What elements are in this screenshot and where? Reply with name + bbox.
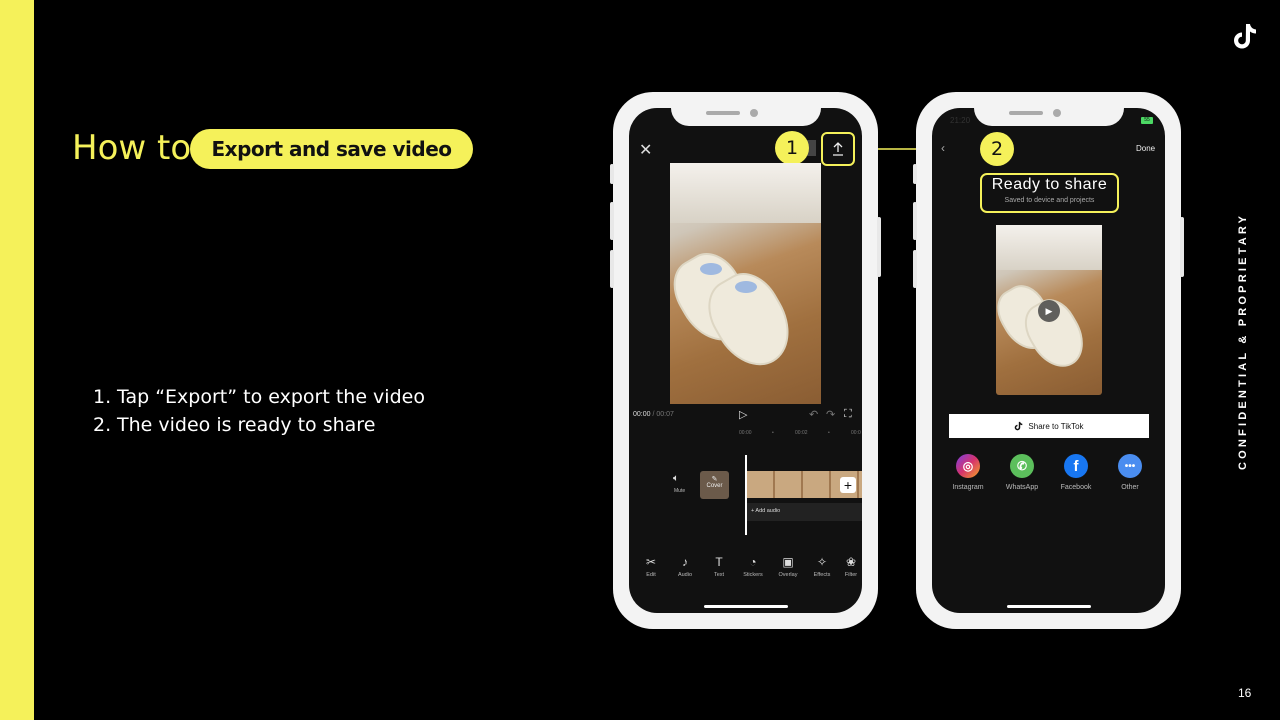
share-to-tiktok-button[interactable]: Share to TikTok	[949, 414, 1149, 438]
back-icon[interactable]: ‹	[941, 141, 945, 155]
export-icon	[833, 142, 843, 156]
home-indicator	[704, 605, 788, 608]
overlay-icon: ▣	[782, 555, 794, 569]
battery-icon: 55	[1141, 117, 1153, 124]
add-audio-track[interactable]: + Add audio	[747, 503, 862, 521]
undo-icon[interactable]: ↶	[809, 408, 818, 421]
confidential-label: CONFIDENTIAL & PROPRIETARY	[1237, 212, 1249, 470]
facebook-icon[interactable]: f	[1064, 454, 1088, 478]
tool-stickers[interactable]: ◔ Stickers	[738, 555, 768, 578]
steps-list: 1. Tap “Export” to export the video 2. The…	[93, 383, 425, 439]
accent-bar	[0, 0, 34, 720]
page-number: 16	[1238, 686, 1252, 700]
step-item: 1. Tap “Export” to export the video	[93, 386, 425, 408]
tool-edit[interactable]: ✂ Edit	[636, 555, 666, 578]
heading: How to	[72, 128, 192, 168]
scissors-icon: ✂	[645, 555, 657, 569]
tool-overlay[interactable]: ▣ Overlay	[773, 555, 803, 578]
tool-effects[interactable]: ✧ Effects	[807, 555, 837, 578]
text-icon: T	[715, 555, 723, 569]
step-badge-1: 1	[775, 131, 809, 165]
pencil-icon: ✎	[711, 476, 718, 483]
redo-icon[interactable]: ↷	[826, 408, 835, 421]
video-preview[interactable]	[661, 163, 821, 404]
cover-button[interactable]: ✎ Cover	[700, 471, 729, 499]
export-button[interactable]	[821, 132, 855, 166]
ready-subtitle: Saved to device and projects	[1004, 197, 1095, 204]
more-icon[interactable]: •••	[1118, 454, 1142, 478]
exported-video-thumbnail[interactable]: ▶	[988, 225, 1102, 395]
tiktok-icon	[1015, 421, 1023, 431]
ready-title: Ready to share	[991, 176, 1108, 193]
tiktok-logo-icon	[1234, 24, 1256, 49]
filters-icon: ❀	[845, 555, 857, 569]
tool-filter[interactable]: ❀ Filter	[841, 555, 861, 578]
tool-text[interactable]: T Text	[704, 555, 734, 578]
status-time: 21:20	[950, 116, 971, 125]
add-clip-button[interactable]: +	[840, 477, 856, 493]
play-icon[interactable]: ▷	[739, 408, 747, 421]
step-item: 2. The video is ready to share	[93, 414, 376, 436]
fullscreen-icon[interactable]: ⛶	[844, 408, 852, 421]
topic-pill: Export and save video	[190, 129, 473, 169]
play-icon[interactable]: ▶	[1038, 300, 1060, 322]
close-icon[interactable]: ✕	[639, 140, 652, 160]
step-badge-2: 2	[980, 132, 1014, 166]
music-note-icon: ♪	[682, 555, 688, 569]
home-indicator	[1007, 605, 1091, 608]
effects-icon: ✧	[816, 555, 828, 569]
mute-icon[interactable]: 🔈︎	[673, 473, 679, 484]
ready-highlight: Ready to share Saved to device and proje…	[980, 173, 1119, 213]
sticker-icon: ◔	[749, 555, 757, 569]
instagram-icon[interactable]: ◎	[956, 454, 980, 478]
tool-audio[interactable]: ♪ Audio	[670, 555, 700, 578]
done-button[interactable]: Done	[1136, 144, 1155, 153]
whatsapp-icon[interactable]: ✆	[1010, 454, 1034, 478]
